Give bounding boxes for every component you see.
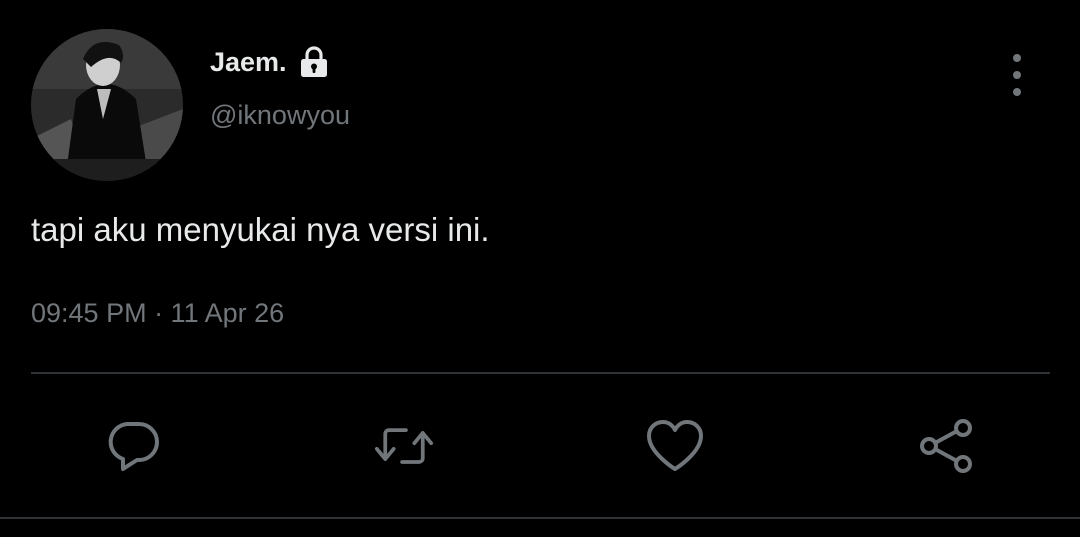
retweet-button[interactable] (374, 416, 434, 476)
display-name-text: Jaem. (210, 47, 287, 77)
display-name[interactable]: Jaem. (210, 44, 331, 80)
retweet-icon (374, 428, 434, 464)
avatar-photo (31, 29, 183, 181)
share-button[interactable] (916, 416, 976, 476)
share-icon (920, 419, 972, 473)
avatar[interactable] (31, 29, 183, 181)
like-button[interactable] (645, 416, 705, 476)
more-dot (1013, 54, 1021, 62)
more-dot (1013, 88, 1021, 96)
more-dot (1013, 71, 1021, 79)
tweet-timestamp[interactable]: 09:45 PM · 11 Apr 26 (31, 295, 284, 331)
user-handle[interactable]: @iknowyou (210, 97, 350, 133)
reply-button[interactable] (104, 416, 164, 476)
lock-icon (297, 45, 331, 79)
bottom-divider (0, 517, 1080, 519)
reply-icon (108, 422, 159, 471)
like-icon (647, 420, 703, 471)
more-options-icon[interactable] (1003, 54, 1031, 96)
tweet-text: tapi aku menyukai nya versi ini. (31, 211, 490, 248)
divider (31, 372, 1050, 374)
